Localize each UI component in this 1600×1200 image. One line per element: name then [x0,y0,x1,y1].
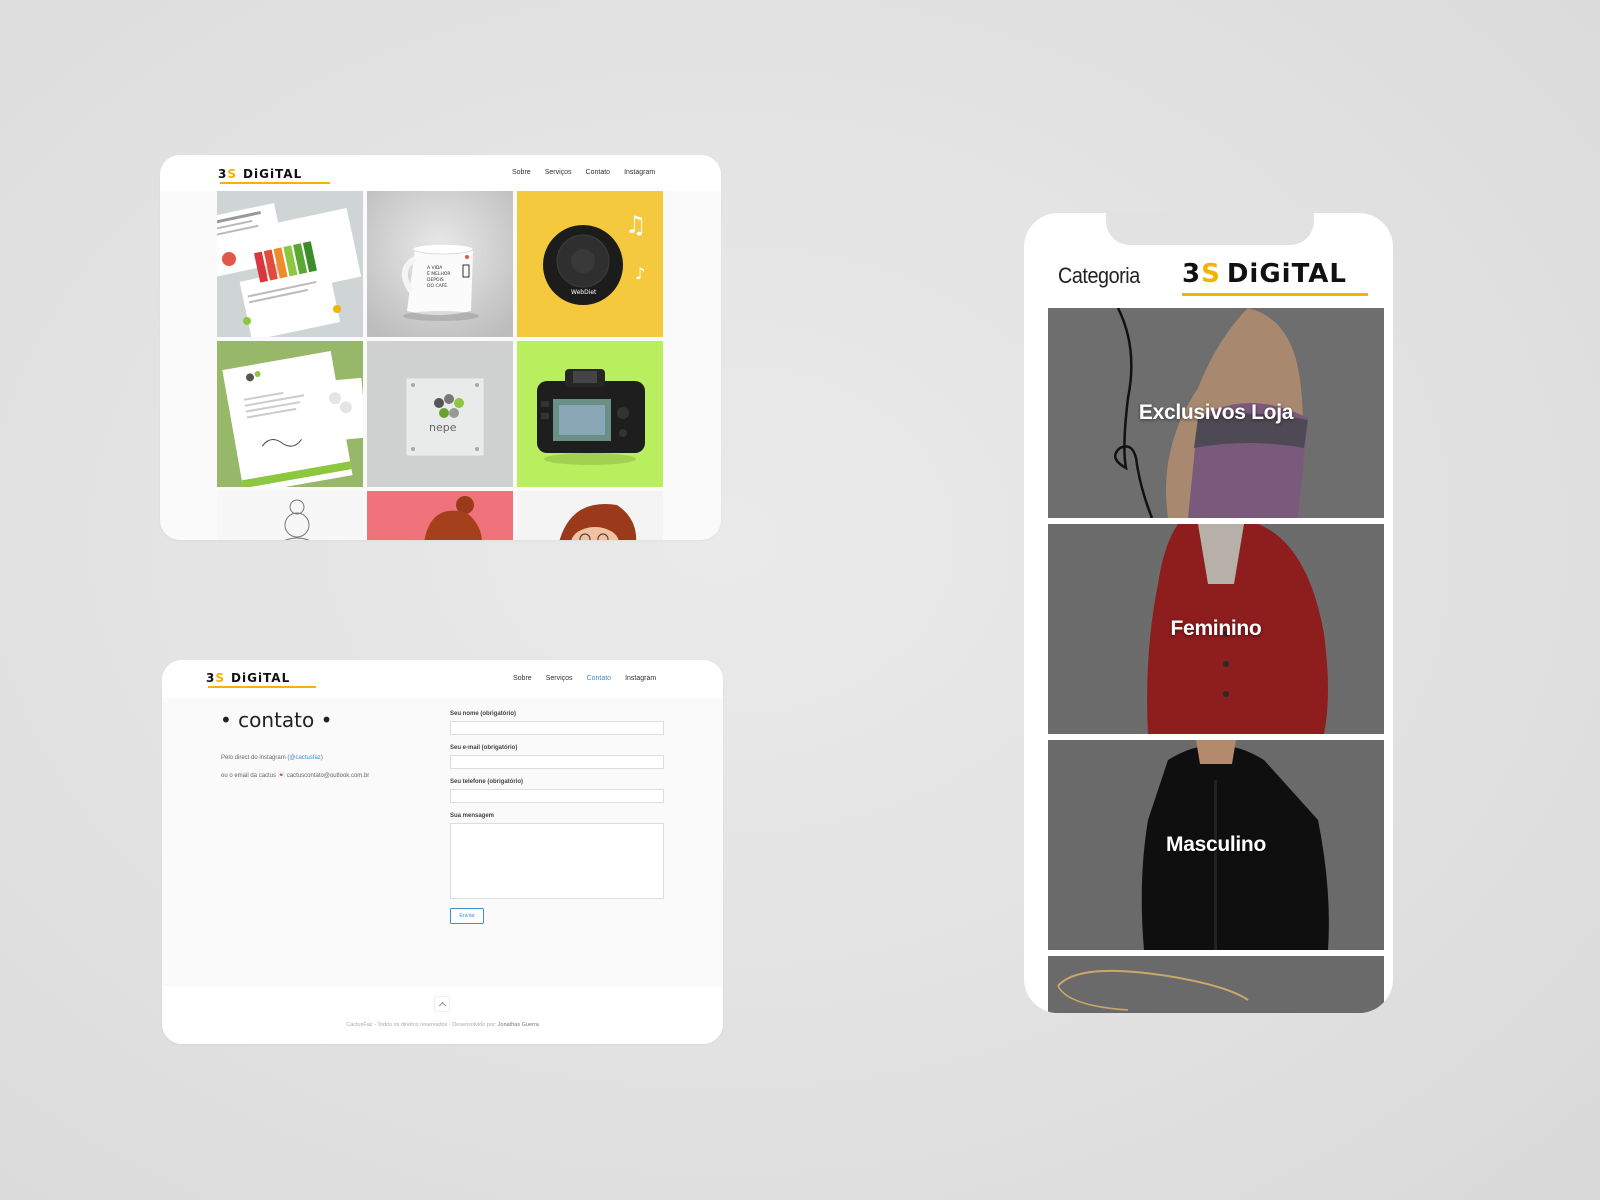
acrylic-plate-image: nepe [367,341,513,487]
camera-image [517,341,663,487]
contact-page-mockup: 3 S DiGiTAL Sobre Serviços Contato Instagr… [162,660,723,1044]
phone-field[interactable] [450,789,664,803]
category-accessories-image [1048,956,1384,1013]
sketch-image [217,491,363,540]
email-contact-line: ou o email da cactus 💌 cactuscontato@out… [221,773,370,779]
instagram-handle-link[interactable]: @cactusfaz [289,755,320,761]
logo-prefix: 3 [1182,259,1202,289]
logo-underline [220,182,330,184]
footer-text: CactusFaz - Todos os direitos reservados… [346,1022,497,1028]
name-field[interactable] [450,721,664,735]
category-label-masculino: Masculino [1166,833,1266,856]
instagram-line-prefix: Pelo direct do instagram ( [221,755,290,761]
nav-item-contato[interactable]: Contato [587,675,612,682]
speaker-image: WebDiet ♫ ♪ [517,191,663,337]
category-label-feminino: Feminino [1170,617,1262,640]
nav-menu: Sobre Serviços Contato Instagram [513,675,656,682]
illustration-portrait-image [517,491,663,540]
brand-logo[interactable]: 3 S DiGiTAL [218,167,302,181]
logo-mark: S [1201,259,1221,289]
portfolio-item-illustration-portrait[interactable] [517,491,663,540]
nav-item-servicos[interactable]: Serviços [546,675,573,682]
top-navbar: 3 S DiGiTAL Sobre Serviços Contato Instagr… [160,155,721,191]
portfolio-item-infographic[interactable] [217,191,363,337]
mug-image: A VIDA É MELHOR DEPOIS DO CAFÉ. [367,191,513,337]
contact-title: • contato • [220,708,333,732]
svg-text:DEPOIS: DEPOIS [427,277,444,283]
portfolio-item-camera[interactable] [517,341,663,487]
logo-text: DiGiTAL [243,167,303,181]
category-card-feminino[interactable]: Feminino [1048,524,1384,734]
portfolio-page-mockup: 3 S DiGiTAL Sobre Serviços Contato Instagr… [160,155,721,540]
back-to-top-button[interactable] [434,996,450,1012]
portfolio-item-mug[interactable]: A VIDA É MELHOR DEPOIS DO CAFÉ. [367,191,513,337]
message-field-label: Sua mensagem [450,813,495,819]
category-label-exclusivos: Exclusivos Loja [1138,401,1294,424]
mobile-header-title: Categoria [1058,263,1140,288]
category-card-masculino[interactable]: Masculino [1048,740,1384,950]
nav-menu: Sobre Serviços Contato Instagram [512,169,655,176]
chevron-up-icon [438,1001,447,1010]
nav-item-instagram[interactable]: Instagram [625,675,656,682]
footer-author: Jonathas Guerra [497,1022,539,1028]
nav-item-sobre[interactable]: Sobre [513,675,532,682]
footer-copyright: CactusFaz - Todos os direitos reservados… [162,1022,723,1028]
category-card-acessorios[interactable] [1048,956,1384,1013]
svg-text:nepe: nepe [429,421,457,434]
nav-item-sobre[interactable]: Sobre [512,169,531,176]
logo-mark: S [227,167,238,181]
svg-text:WebDiet: WebDiet [571,289,597,296]
brand-logo[interactable]: 3 S DiGiTAL [206,671,290,685]
name-field-label: Seu nome (obrigatório) [450,711,516,717]
email-field-label: Seu e-mail (obrigatório) [450,745,518,751]
nav-item-instagram[interactable]: Instagram [624,169,655,176]
instagram-line-suffix: ) [320,755,323,761]
portfolio-item-speaker[interactable]: WebDiet ♫ ♪ [517,191,663,337]
portfolio-item-letterhead[interactable] [217,341,363,487]
phone-notch [1106,213,1314,245]
portfolio-item-illustration-red[interactable] [367,491,513,540]
submit-button[interactable]: Enviar [450,908,484,924]
logo-underline [208,686,316,688]
instagram-contact-line: Pelo direct do instagram (@cactusfaz) [221,755,323,761]
message-textarea[interactable] [450,823,664,899]
brand-logo[interactable]: 3 S DiGiTAL [1182,259,1347,289]
top-navbar: 3 S DiGiTAL Sobre Serviços Contato Instagr… [162,660,723,698]
nav-item-contato[interactable]: Contato [586,169,611,176]
svg-text:♪: ♪ [635,264,645,283]
letterhead-image [217,341,363,487]
logo-text: DiGiTAL [231,671,291,685]
svg-text:A VIDA: A VIDA [427,265,443,271]
portfolio-item-acrylic-plate[interactable]: nepe [367,341,513,487]
svg-text:♫: ♫ [625,211,647,239]
portfolio-item-sketch[interactable] [217,491,363,540]
illustration-red-image [367,491,513,540]
phone-field-label: Seu telefone (obrigatório) [450,779,524,785]
logo-prefix: 3 [206,671,216,685]
email-field[interactable] [450,755,664,769]
logo-mark: S [215,671,226,685]
infographic-image [217,191,363,337]
logo-underline [1182,293,1368,296]
category-card-exclusivos[interactable]: Exclusivos Loja [1048,308,1384,518]
nav-item-servicos[interactable]: Serviços [545,169,572,176]
footer: CactusFaz - Todos os direitos reservados… [162,986,723,1044]
logo-text: DiGiTAL [1226,259,1347,289]
logo-prefix: 3 [218,167,228,181]
mobile-category-mockup: Categoria 3 S DiGiTAL Exclusivos Loja Femi… [1024,213,1393,1013]
